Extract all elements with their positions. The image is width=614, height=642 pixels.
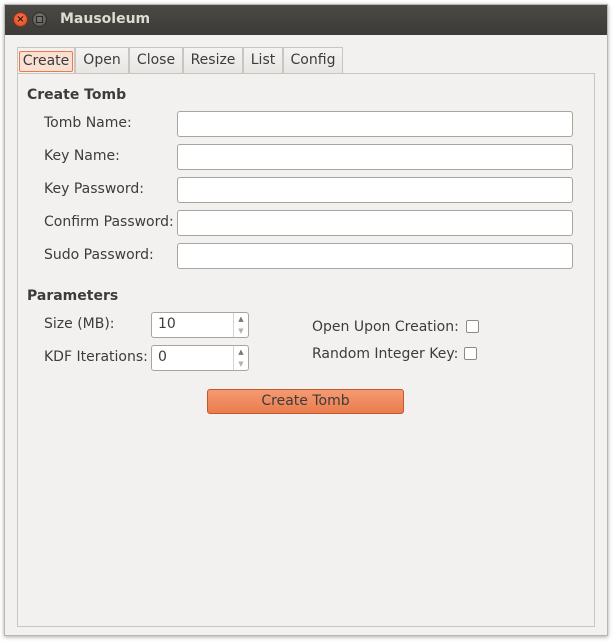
close-window-button[interactable]: × [13,12,28,27]
kdf-spin-arrows[interactable]: ▲ ▼ [233,346,248,370]
close-icon: × [16,14,25,25]
confirm-password-input[interactable] [177,210,573,236]
key-password-input[interactable] [177,177,573,203]
kdf-iterations-value[interactable]: 0 [158,349,167,365]
size-label: Size (MB): [44,316,115,332]
random-integer-key-label: Random Integer Key: [312,346,459,362]
key-password-label: Key Password: [44,181,144,197]
create-tomb-heading: Create Tomb [27,87,127,103]
size-spin-arrows[interactable]: ▲ ▼ [233,313,248,337]
kdf-increment-icon[interactable]: ▲ [234,346,248,358]
kdf-iterations-spinbox[interactable]: 0 ▲ ▼ [151,345,249,371]
tab-list-label: List [250,52,276,68]
window-title: Mausoleum [60,11,151,27]
title-bar[interactable]: × Mausoleum [5,5,607,35]
tab-open-label: Open [83,52,121,68]
maximize-icon [36,16,43,23]
tab-resize[interactable]: Resize [183,47,243,73]
tab-config-label: Config [290,52,336,68]
sudo-password-input[interactable] [177,243,573,269]
size-value[interactable]: 10 [158,316,176,332]
size-spinbox[interactable]: 10 ▲ ▼ [151,312,249,338]
key-name-input[interactable] [177,144,573,170]
parameters-heading: Parameters [27,288,119,304]
kdf-iterations-label: KDF Iterations: [44,349,148,365]
tab-create[interactable]: Create [17,47,75,75]
app-window: × Mausoleum Create Open Close Resize Lis… [4,4,608,636]
tab-close-label: Close [136,52,176,68]
maximize-window-button[interactable] [32,12,47,27]
tab-open[interactable]: Open [75,47,129,73]
tomb-name-input[interactable] [177,111,573,137]
tab-create-label: Create [18,51,74,72]
key-name-label: Key Name: [44,148,120,164]
tomb-name-label: Tomb Name: [44,115,132,131]
tab-config[interactable]: Config [283,47,343,73]
tab-close[interactable]: Close [129,47,183,73]
open-upon-creation-checkbox[interactable] [466,320,479,333]
create-tomb-button[interactable]: Create Tomb [207,389,404,414]
kdf-decrement-icon[interactable]: ▼ [234,358,248,370]
sudo-password-label: Sudo Password: [44,247,154,263]
size-increment-icon[interactable]: ▲ [234,313,248,325]
confirm-password-label: Confirm Password: [44,214,174,230]
random-integer-key-checkbox[interactable] [464,347,477,360]
size-decrement-icon[interactable]: ▼ [234,325,248,337]
tab-list[interactable]: List [243,47,283,73]
open-upon-creation-label: Open Upon Creation: [312,319,459,335]
tab-resize-label: Resize [190,52,236,68]
